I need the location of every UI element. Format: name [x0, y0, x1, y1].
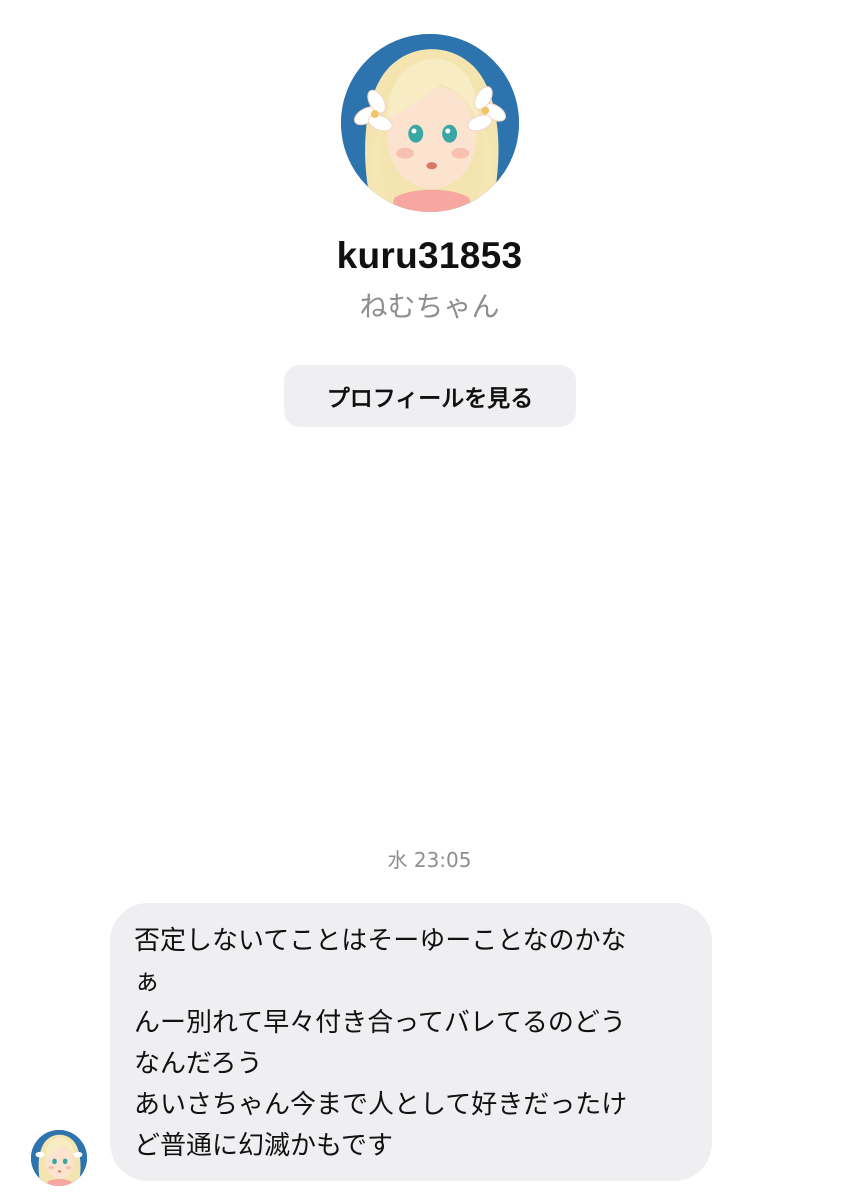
profile-username: kuru31853 [336, 235, 523, 276]
message-bubble[interactable]: 否定しないてことはそーゆーことなのかな ぁ んー別れて早々付き合ってバレてるのど… [110, 903, 712, 1181]
profile-avatar[interactable] [341, 34, 519, 212]
view-profile-button[interactable]: プロフィールを見る [284, 365, 576, 427]
message-line: あいさちゃん今まで人として好きだったけ [134, 1090, 628, 1120]
message-line: ど普通に幻滅かもです [134, 1131, 393, 1161]
message-line: なんだろう [134, 1049, 263, 1079]
message-line: んー別れて早々付き合ってバレてるのどう [134, 1008, 626, 1038]
sender-avatar[interactable] [31, 1130, 87, 1186]
message-timestamp: 水 23:05 [387, 848, 472, 872]
profile-display-name: ねむちゃん [359, 290, 500, 323]
avatar-icon [31, 1130, 87, 1186]
avatar-icon [341, 34, 519, 212]
message-line: 否定しないてことはそーゆーことなのかな [134, 926, 627, 956]
message-line: ぁ [134, 967, 161, 997]
